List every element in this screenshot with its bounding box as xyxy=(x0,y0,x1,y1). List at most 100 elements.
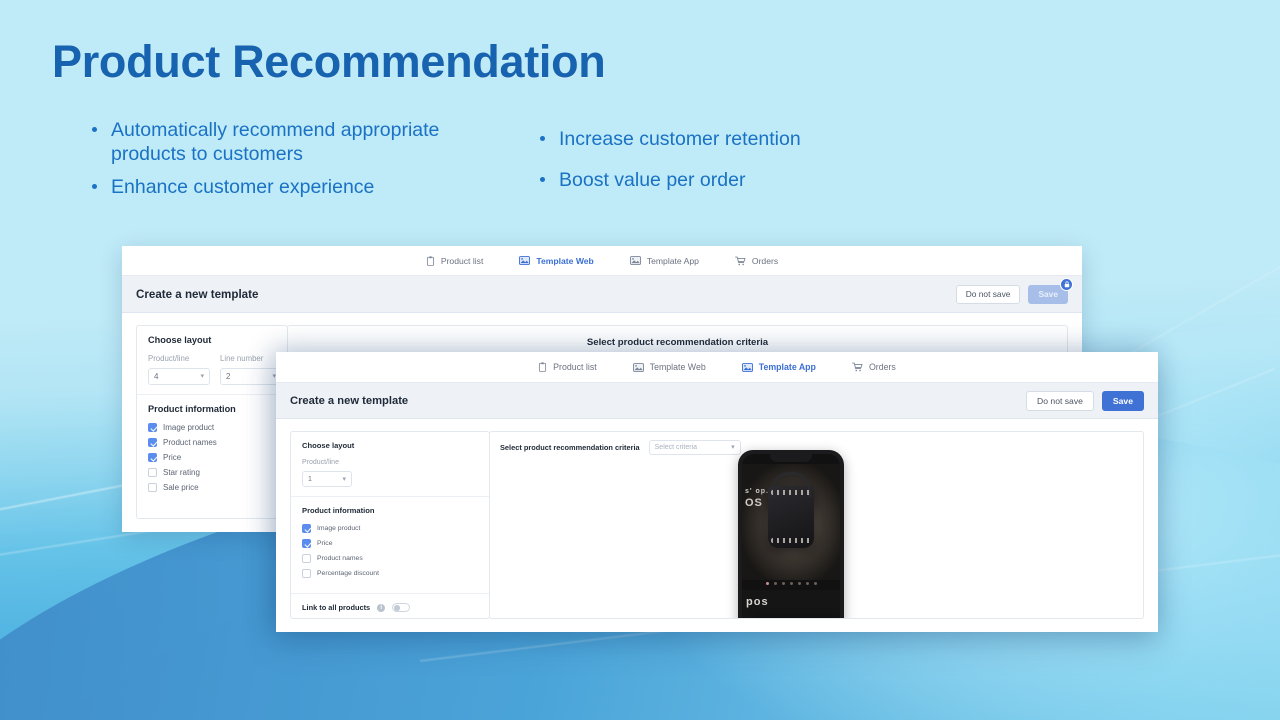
nav-item-template-web[interactable]: Template Web xyxy=(519,255,594,266)
info-icon[interactable]: i xyxy=(377,603,386,612)
carousel-dot[interactable] xyxy=(773,582,777,585)
product-per-line-select[interactable]: 1 ▾ xyxy=(302,471,352,487)
window-header-front: Create a new template Do not save Save xyxy=(276,383,1158,419)
benefits-list-left: Automatically recommend appropriate prod… xyxy=(86,118,506,208)
checkbox-icon[interactable] xyxy=(148,468,157,477)
section-title: Product information xyxy=(302,506,375,515)
checkbox-row[interactable]: Image product xyxy=(302,524,478,533)
save-button[interactable]: Save xyxy=(1101,390,1144,411)
choose-layout-section-back: Choose layout Product/line 4 ▾ Line numb… xyxy=(137,326,287,394)
clipboard-icon xyxy=(538,362,547,372)
do-not-save-button[interactable]: Do not save xyxy=(955,284,1021,304)
chevron-down-icon: ▾ xyxy=(200,373,204,380)
checkbox-label: Price xyxy=(317,540,333,547)
checkbox-icon[interactable] xyxy=(148,423,157,432)
select-value: 4 xyxy=(154,372,159,381)
list-item: Enhance customer experience xyxy=(86,175,506,199)
image-icon xyxy=(741,362,753,372)
checkbox-label: Sale price xyxy=(163,483,199,492)
top-navigation-front: Product list Template Web Template App O… xyxy=(276,352,1158,383)
image-icon xyxy=(629,256,641,265)
carousel-dot[interactable] xyxy=(813,582,817,585)
phone-screen: s' op. OS pos xyxy=(742,454,840,618)
checkbox-row[interactable]: Product names xyxy=(148,438,276,447)
criteria-label: Select product recommendation criteria xyxy=(500,443,640,452)
criteria-panel-front: Select product recommendation criteria S… xyxy=(489,431,1144,619)
hero-text-large: OS xyxy=(745,497,763,509)
chevron-down-icon: ▾ xyxy=(731,444,735,451)
lower-text: pos xyxy=(746,596,769,608)
field-label: Line number xyxy=(220,354,264,363)
top-navigation-back: Product list Template Web Template App O… xyxy=(122,246,1082,276)
link-to-all-products-row: Link to all products i xyxy=(291,593,489,621)
link-all-label: Link to all products xyxy=(302,603,371,612)
nav-item-product-list[interactable]: Product list xyxy=(538,362,597,372)
app-window-template-app: Product list Template Web Template App O… xyxy=(276,352,1158,632)
checkbox-row[interactable]: Percentage discount xyxy=(302,569,478,578)
nav-item-template-web[interactable]: Template Web xyxy=(632,362,706,372)
nav-item-orders[interactable]: Orders xyxy=(852,362,896,372)
product-per-line-select[interactable]: 4 ▾ xyxy=(148,368,210,385)
nav-label: Template App xyxy=(758,362,816,372)
section-title: Product information xyxy=(148,404,236,414)
nav-label: Orders xyxy=(868,362,896,372)
checkbox-icon[interactable] xyxy=(148,438,157,447)
stud-row-top xyxy=(771,490,811,495)
layout-fields: Product/line 4 ▾ Line number 2 ▾ xyxy=(148,354,282,385)
carousel-dot[interactable] xyxy=(797,582,801,585)
nav-item-template-app[interactable]: Template App xyxy=(741,362,816,372)
section-title: Choose layout xyxy=(148,335,212,345)
window-title: Create a new template xyxy=(136,287,259,301)
nav-item-template-app[interactable]: Template App xyxy=(629,256,699,266)
nav-label: Product list xyxy=(440,255,484,266)
checkbox-row[interactable]: Product names xyxy=(302,554,478,563)
list-item: Increase customer retention xyxy=(534,127,894,151)
line-number-select[interactable]: 2 ▾ xyxy=(220,368,282,385)
window-title: Create a new template xyxy=(290,394,409,407)
checkbox-icon[interactable] xyxy=(302,554,311,563)
link-all-toggle[interactable] xyxy=(392,603,411,612)
checkbox-row[interactable]: Image product xyxy=(148,423,276,432)
select-value: 1 xyxy=(308,475,312,483)
lock-icon xyxy=(1064,281,1069,288)
checkbox-icon[interactable] xyxy=(302,569,311,578)
checkbox-label: Star rating xyxy=(163,468,200,477)
stud-row-bottom xyxy=(771,538,811,543)
checkbox-icon[interactable] xyxy=(148,453,157,462)
product-information-section-back: Product information Image product Produc… xyxy=(137,394,287,507)
hero-text-small: s' op. xyxy=(745,488,769,495)
checkbox-icon[interactable] xyxy=(302,539,311,548)
layout-settings-panel-front: Choose layout Product/line 1 ▾ Product i… xyxy=(290,431,490,619)
image-icon xyxy=(519,256,531,265)
header-actions-back: Do not save Save xyxy=(955,278,1073,304)
carousel-dot[interactable] xyxy=(805,582,809,585)
checkbox-icon[interactable] xyxy=(302,524,311,533)
checkbox-label: Product names xyxy=(163,438,217,447)
nav-label: Orders xyxy=(751,255,779,266)
line-number-field: Line number 2 ▾ xyxy=(220,354,282,385)
nav-item-product-list[interactable]: Product list xyxy=(426,255,484,266)
checkbox-icon[interactable] xyxy=(148,483,157,492)
nav-item-orders[interactable]: Orders xyxy=(734,255,779,266)
checkbox-row[interactable]: Price xyxy=(302,539,478,548)
checkbox-row[interactable]: Sale price xyxy=(148,483,276,492)
handbag-graphic xyxy=(768,486,814,548)
carousel-dot[interactable] xyxy=(789,582,793,585)
window-body-front: Choose layout Product/line 1 ▾ Product i… xyxy=(276,419,1158,631)
checkbox-row[interactable]: Price xyxy=(148,453,276,462)
criteria-select[interactable]: Select criteria ▾ xyxy=(648,440,741,455)
product-information-section-front: Product information Image product Price … xyxy=(291,496,489,593)
product-per-line-field: Product/line 4 ▾ xyxy=(148,354,210,385)
carousel-dots[interactable] xyxy=(742,582,840,585)
nav-label: Template Web xyxy=(536,255,594,266)
checkbox-label: Product names xyxy=(317,555,363,562)
clipboard-icon xyxy=(426,255,435,266)
section-title: Choose layout xyxy=(302,441,355,450)
phone-lower-section: pos Có thể bạn cũng thích 41.500.000đ xyxy=(742,590,840,618)
carousel-dot[interactable] xyxy=(765,582,769,585)
checkbox-row[interactable]: Star rating xyxy=(148,468,276,477)
checkbox-label: Price xyxy=(163,453,182,462)
carousel-dot[interactable] xyxy=(781,582,785,585)
layout-settings-panel-back: Choose layout Product/line 4 ▾ Line numb… xyxy=(136,325,288,519)
do-not-save-button[interactable]: Do not save xyxy=(1026,390,1094,411)
